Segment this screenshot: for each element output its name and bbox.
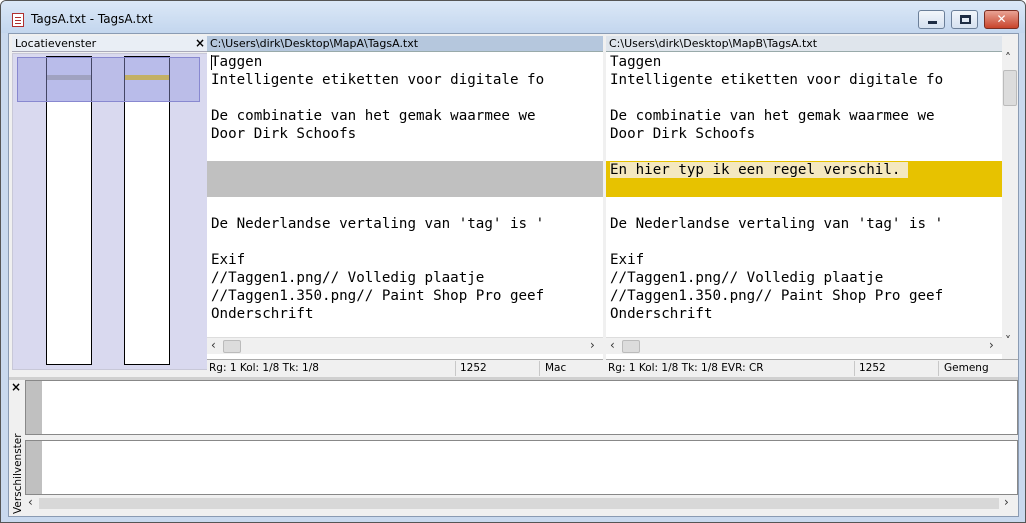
text-line[interactable]: Onderschrift <box>207 305 603 323</box>
text-line[interactable] <box>606 233 1002 251</box>
text-line[interactable]: Exif <box>207 251 603 269</box>
scroll-down-icon[interactable]: ˅ <box>1005 334 1011 348</box>
location-column-right[interactable] <box>124 56 170 365</box>
close-icon: ✕ <box>996 12 1007 26</box>
text-line[interactable]: Intelligente etiketten voor digitale fo <box>606 71 1002 89</box>
file-path-left: C:\Users\dirk\Desktop\MapA\TagsA.txt <box>207 36 603 52</box>
file-path-right: C:\Users\dirk\Desktop\MapB\TagsA.txt <box>606 36 1002 52</box>
diff-line-top[interactable] <box>25 380 1018 435</box>
status-bar-right: Rg: 1 Kol: 1/8 Tk: 1/8 EVR: CR 1252 Geme… <box>606 359 1018 377</box>
minimize-icon <box>928 21 937 24</box>
maximize-icon <box>960 15 971 24</box>
location-column-left[interactable] <box>46 56 92 365</box>
scroll-left-icon[interactable]: ‹ <box>28 495 33 509</box>
window-title: TagsA.txt - TagsA.txt <box>31 12 153 26</box>
title-bar[interactable]: TagsA.txt - TagsA.txt ✕ <box>1 1 1025 33</box>
text-line[interactable]: Intelligente etiketten voor digitale fo <box>207 71 603 89</box>
scroll-right-icon[interactable]: › <box>590 338 595 352</box>
text-line[interactable]: Onderschrift <box>606 305 1002 323</box>
diff-pane-close-icon[interactable]: × <box>11 380 21 394</box>
cursor-position-right: Rg: 1 Kol: 1/8 Tk: 1/8 EVR: CR <box>608 362 764 374</box>
status-bar-left: Rg: 1 Kol: 1/8 Tk: 1/8 1252 Mac <box>207 359 603 377</box>
document-icon <box>12 13 24 27</box>
text-line[interactable]: Taggen <box>606 53 1002 71</box>
close-button[interactable]: ✕ <box>984 10 1019 29</box>
minimize-button[interactable] <box>918 10 945 29</box>
text-line[interactable] <box>207 233 603 251</box>
file-pane-left[interactable]: C:\Users\dirk\Desktop\MapA\TagsA.txt Tag… <box>207 36 603 374</box>
diff-horizontal-scrollbar[interactable]: ‹ › <box>25 495 1018 512</box>
location-pane-title: Locatievenster <box>15 37 97 50</box>
text-line[interactable] <box>606 197 1002 215</box>
text-area-left[interactable]: Taggen Intelligente etiketten voor digita… <box>207 53 603 337</box>
scroll-right-icon[interactable]: › <box>1004 495 1009 509</box>
text-line[interactable]: //Taggen1.350.png// Paint Shop Pro geef <box>606 287 1002 305</box>
diff-pane-title: Verschilvenster <box>12 433 24 514</box>
text-line[interactable]: //Taggen1.350.png// Paint Shop Pro geef <box>207 287 603 305</box>
file-size-right: 1252 <box>859 362 886 374</box>
diff-gutter <box>26 381 42 434</box>
horizontal-scrollbar-left[interactable]: ‹ › <box>207 337 603 354</box>
text-line[interactable]: En hier typ ik een regel verschil. <box>606 161 1002 179</box>
line-ending-left: Mac <box>545 362 567 374</box>
scroll-left-icon[interactable]: ‹ <box>610 338 615 352</box>
text-caret <box>211 55 212 70</box>
encoding-right: Gemeng <box>944 362 989 374</box>
text-line[interactable] <box>207 89 603 107</box>
cursor-position-left: Rg: 1 Kol: 1/8 Tk: 1/8 <box>209 362 319 374</box>
text-line[interactable]: Door Dirk Schoofs <box>606 125 1002 143</box>
text-line[interactable] <box>606 143 1002 161</box>
text-line[interactable]: //Taggen1.png// Volledig plaatje <box>207 269 603 287</box>
app-window: TagsA.txt - TagsA.txt ✕ Locatievenster ×… <box>0 0 1026 523</box>
file-pane-right[interactable]: C:\Users\dirk\Desktop\MapB\TagsA.txt Tag… <box>606 36 1002 374</box>
location-viewport[interactable] <box>17 57 200 102</box>
location-pane[interactable] <box>12 53 208 370</box>
diff-pane: × Verschilvenster ‹ › <box>9 380 1018 516</box>
text-line[interactable] <box>606 89 1002 107</box>
scroll-thumb[interactable] <box>223 340 241 353</box>
text-line[interactable]: De Nederlandse vertaling van 'tag' is ' <box>207 215 603 233</box>
text-line[interactable]: De Nederlandse vertaling van 'tag' is ' <box>606 215 1002 233</box>
scroll-thumb[interactable] <box>1003 70 1017 106</box>
scroll-right-icon[interactable]: › <box>989 338 994 352</box>
text-line[interactable]: De combinatie van het gemak waarmee we <box>207 107 603 125</box>
vertical-scrollbar[interactable]: ˄ ˅ <box>1002 51 1018 352</box>
text-line[interactable]: Exif <box>606 251 1002 269</box>
scroll-track[interactable] <box>39 498 999 509</box>
text-line[interactable]: //Taggen1.png// Volledig plaatje <box>606 269 1002 287</box>
text-line[interactable] <box>207 197 603 215</box>
location-pane-header: Locatievenster × <box>12 36 208 52</box>
scroll-up-icon[interactable]: ˄ <box>1005 51 1011 65</box>
diff-gutter <box>26 441 42 494</box>
changed-text: En hier typ ik een regel verschil. <box>610 162 909 178</box>
scroll-left-icon[interactable]: ‹ <box>211 338 216 352</box>
text-area-right[interactable]: Taggen Intelligente etiketten voor digita… <box>606 53 1002 337</box>
client-area: Locatievenster × C:\Users\dirk\Desktop\M… <box>8 33 1019 517</box>
file-size-left: 1252 <box>460 362 487 374</box>
scroll-thumb[interactable] <box>622 340 640 353</box>
text-line[interactable]: De combinatie van het gemak waarmee we <box>606 107 1002 125</box>
text-line[interactable] <box>207 161 603 179</box>
text-line[interactable] <box>207 179 603 197</box>
horizontal-scrollbar-right[interactable]: ‹ › <box>606 337 1002 354</box>
location-pane-close-icon[interactable]: × <box>195 36 205 50</box>
text-line[interactable] <box>207 143 603 161</box>
text-line[interactable]: Taggen <box>207 53 603 71</box>
text-line[interactable]: Door Dirk Schoofs <box>207 125 603 143</box>
diff-line-bottom[interactable] <box>25 440 1018 495</box>
maximize-button[interactable] <box>951 10 978 29</box>
text-line[interactable] <box>606 179 1002 197</box>
